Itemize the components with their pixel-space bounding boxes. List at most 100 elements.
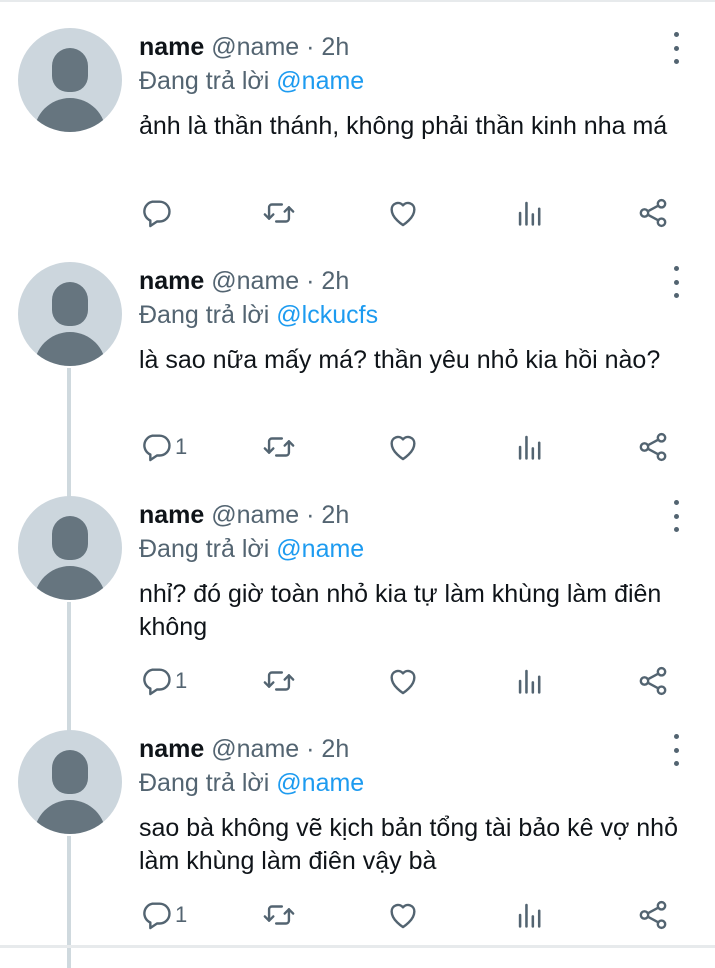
like-button[interactable] [386, 897, 420, 933]
more-vertical-icon[interactable] [664, 32, 688, 64]
author-handle[interactable]: @name [211, 267, 299, 295]
author-handle[interactable]: @name [211, 735, 299, 763]
reply-prefix: Đang trả lời [139, 67, 270, 95]
meta-separator: · [306, 33, 315, 61]
tweet-time[interactable]: 2h [321, 267, 349, 295]
retweet-button[interactable] [262, 663, 296, 699]
bar-chart-icon [518, 435, 541, 460]
avatar-head [52, 48, 88, 92]
tweet-item[interactable]: name @name · 2h Đang trả lời @lckucfs là… [0, 234, 715, 500]
share-icon [639, 666, 667, 696]
tweet-time[interactable]: 2h [321, 501, 349, 529]
share-button[interactable] [636, 897, 670, 933]
more-vertical-icon[interactable] [664, 500, 688, 532]
reply-prefix: Đang trả lời [139, 535, 270, 563]
avatar-head [52, 750, 88, 794]
reply-mention-link[interactable]: @name [276, 67, 364, 95]
reply-context: Đang trả lời @name [139, 534, 364, 564]
share-icon [639, 432, 667, 462]
tweet-actions: 1 [0, 429, 715, 469]
share-button[interactable] [636, 429, 670, 465]
views-button[interactable] [513, 195, 547, 231]
tweet-text: nhỉ? đó giờ toàn nhỏ kia tự làm khùng là… [139, 580, 662, 641]
author-name[interactable]: name [139, 33, 204, 61]
tweet-text: ảnh là thần thánh, không phải thần kinh … [139, 112, 668, 140]
like-button[interactable] [386, 195, 420, 231]
reply-button[interactable] [139, 195, 175, 231]
bar-chart-icon [518, 669, 541, 694]
reply-mention-link[interactable]: @lckucfs [276, 301, 378, 329]
heart-icon [390, 435, 416, 461]
avatar-body [34, 566, 106, 600]
views-button[interactable] [513, 663, 547, 699]
tweet-header: name @name · 2h [139, 734, 349, 764]
share-button[interactable] [636, 663, 670, 699]
retweet-icon [263, 905, 295, 925]
tweet-text: sao bà không vẽ kịch bản tổng tài bảo kê… [139, 814, 678, 875]
avatar-body [34, 332, 106, 366]
retweet-button[interactable] [262, 429, 296, 465]
bar-chart-icon [518, 201, 541, 226]
avatar-body [34, 800, 106, 834]
speech-bubble-icon [143, 200, 171, 228]
speech-bubble-icon [143, 902, 171, 930]
share-button[interactable] [636, 195, 670, 231]
avatar[interactable] [18, 730, 122, 834]
like-button[interactable] [386, 663, 420, 699]
tweet-item[interactable]: name @name · 2h Đang trả lời @name ảnh l… [0, 0, 715, 234]
heart-icon [390, 903, 416, 929]
avatar-body [34, 98, 106, 132]
retweet-button[interactable] [262, 897, 296, 933]
author-name[interactable]: name [139, 735, 204, 763]
more-vertical-icon[interactable] [664, 266, 688, 298]
author-name[interactable]: name [139, 501, 204, 529]
views-button[interactable] [513, 429, 547, 465]
more-vertical-icon[interactable] [664, 734, 688, 766]
tweet-actions: 1 [0, 663, 715, 703]
like-button[interactable] [386, 429, 420, 465]
avatar[interactable] [18, 28, 122, 132]
speech-bubble-icon [143, 434, 171, 462]
retweet-icon [263, 437, 295, 457]
retweet-icon [263, 671, 295, 691]
author-handle[interactable]: @name [211, 33, 299, 61]
meta-separator: · [306, 267, 315, 295]
reply-prefix: Đang trả lời [139, 769, 270, 797]
tweet-time[interactable]: 2h [321, 33, 349, 61]
author-handle[interactable]: @name [211, 501, 299, 529]
speech-bubble-icon [143, 668, 171, 696]
reply-prefix: Đang trả lời [139, 301, 270, 329]
tweet-actions [0, 195, 715, 235]
avatar-head [52, 282, 88, 326]
reply-mention-link[interactable]: @name [276, 535, 364, 563]
reply-button[interactable]: 1 [139, 897, 187, 933]
reply-count: 1 [175, 434, 188, 459]
share-icon [639, 900, 667, 930]
tweet-time[interactable]: 2h [321, 735, 349, 763]
tweet-header: name @name · 2h [139, 266, 349, 296]
meta-separator: · [306, 501, 315, 529]
reply-mention-link[interactable]: @name [276, 769, 364, 797]
retweet-button[interactable] [262, 195, 296, 231]
heart-icon [390, 201, 416, 227]
tweet-item[interactable]: name @name · 2h Đang trả lời @name sao b… [0, 702, 715, 968]
share-icon [639, 198, 667, 228]
bar-chart-icon [518, 903, 541, 928]
avatar-head [52, 516, 88, 560]
reply-context: Đang trả lời @name [139, 66, 364, 96]
avatar[interactable] [18, 496, 122, 600]
reply-context: Đang trả lời @lckucfs [139, 300, 378, 330]
tweet-item[interactable]: name @name · 2h Đang trả lời @name nhỉ? … [0, 468, 715, 734]
avatar[interactable] [18, 262, 122, 366]
reply-button[interactable]: 1 [139, 429, 187, 465]
reply-context: Đang trả lời @name [139, 768, 364, 798]
tweet-header: name @name · 2h [139, 32, 349, 62]
tweet-actions: 1 [0, 897, 715, 937]
tweet-header: name @name · 2h [139, 500, 349, 530]
reply-button[interactable]: 1 [139, 663, 187, 699]
reply-count: 1 [175, 668, 188, 693]
tweet-text: là sao nữa mấy má? thần yêu nhỏ kia hồi … [139, 346, 661, 374]
author-name[interactable]: name [139, 267, 204, 295]
views-button[interactable] [513, 897, 547, 933]
meta-separator: · [306, 735, 315, 763]
